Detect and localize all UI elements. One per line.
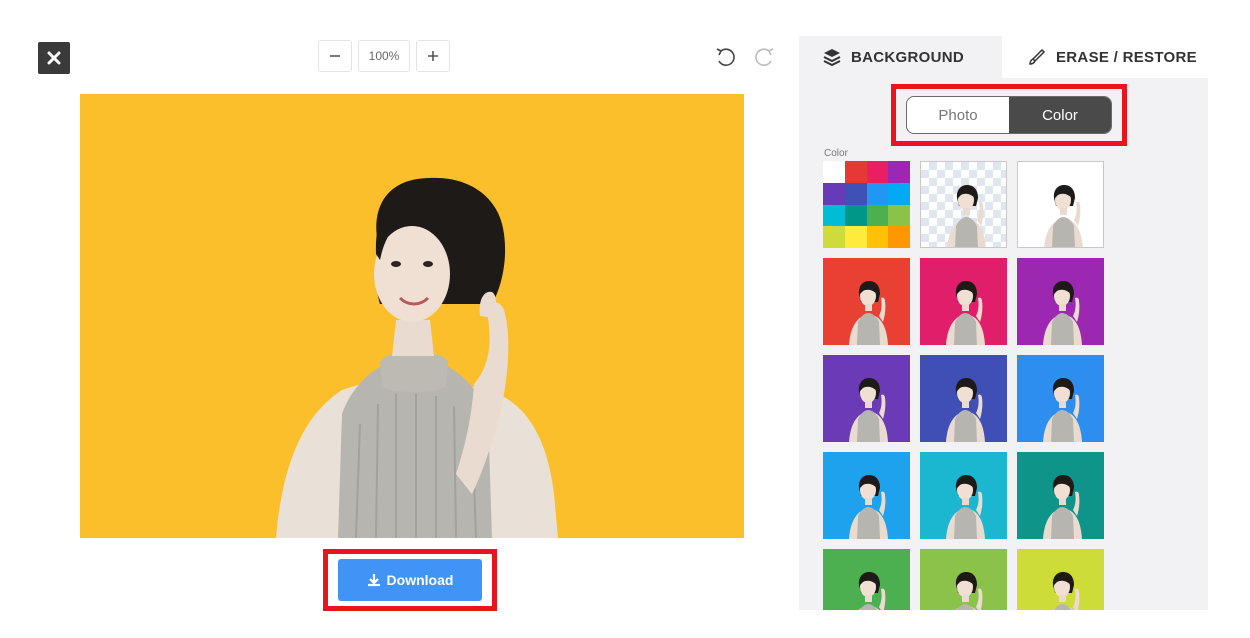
palette-cell (844, 204, 867, 227)
color-swatch[interactable] (920, 452, 1007, 539)
download-button[interactable]: Download (338, 559, 482, 601)
subject-photo (276, 177, 558, 538)
tab-background-label: BACKGROUND (851, 48, 964, 66)
zoom-in-button[interactable] (416, 40, 450, 72)
subject-thumbnail (920, 452, 1007, 539)
download-highlight: Download (323, 549, 497, 611)
download-label: Download (386, 572, 454, 588)
color-swatch[interactable] (823, 258, 910, 345)
palette-cell (888, 182, 910, 205)
minus-icon (330, 55, 340, 57)
zoom-out-button[interactable] (318, 40, 352, 72)
close-icon (47, 51, 61, 65)
subject-thumbnail (1017, 452, 1104, 539)
color-swatch[interactable] (920, 355, 1007, 442)
palette-cell (823, 182, 845, 205)
palette-cell (866, 226, 889, 248)
palette-cell (844, 161, 867, 183)
palette-cell (844, 226, 867, 248)
close-button[interactable] (38, 42, 70, 74)
color-palette-swatch[interactable] (823, 161, 910, 248)
tab-erase-restore[interactable]: ERASE / RESTORE (1002, 36, 1222, 78)
transparent-swatch[interactable] (920, 161, 1007, 248)
zoom-controls: 100% (318, 40, 450, 72)
palette-cell (866, 204, 889, 227)
redo-button[interactable] (750, 42, 780, 72)
color-swatch[interactable] (823, 452, 910, 539)
image-canvas[interactable] (80, 94, 744, 538)
download-icon (367, 574, 380, 587)
color-swatch[interactable] (823, 355, 910, 442)
color-swatch[interactable] (1017, 549, 1104, 610)
toggle-photo[interactable]: Photo (907, 97, 1009, 133)
zoom-level: 100% (358, 40, 410, 72)
subject-thumbnail (823, 549, 910, 610)
subject-thumbnail (920, 355, 1007, 442)
subject-thumbnail (823, 258, 910, 345)
subject-thumbnail (1017, 355, 1104, 442)
palette-cell (823, 226, 845, 248)
subject-thumbnail (1017, 258, 1104, 345)
color-section-label: Color (824, 148, 848, 159)
subject-thumbnail (920, 258, 1007, 345)
palette-cell (823, 204, 845, 227)
subject-thumbnail (1018, 162, 1104, 248)
palette-cell (866, 182, 889, 205)
palette-cell (888, 204, 910, 227)
color-swatch[interactable] (920, 258, 1007, 345)
brush-icon (1029, 48, 1046, 65)
undo-icon (716, 48, 735, 66)
tab-background[interactable]: BACKGROUND (799, 36, 1002, 78)
subject-thumbnail (920, 549, 1007, 610)
background-panel: Photo Color Color (799, 78, 1208, 610)
layers-icon (823, 49, 841, 66)
palette-cell (844, 182, 867, 205)
palette-cell (823, 161, 845, 183)
undo-button[interactable] (710, 42, 740, 72)
mode-toggle-highlight: Photo Color (891, 84, 1127, 146)
color-swatch[interactable] (1017, 161, 1104, 248)
color-swatch[interactable] (1017, 355, 1104, 442)
redo-icon (755, 48, 774, 66)
toggle-color[interactable]: Color (1009, 97, 1111, 133)
subject-thumbnail (921, 162, 1007, 248)
subject-thumbnail (823, 452, 910, 539)
mode-toggle: Photo Color (906, 96, 1112, 134)
subject-thumbnail (1017, 549, 1104, 610)
swatch-grid (823, 161, 1104, 610)
color-swatch[interactable] (1017, 258, 1104, 345)
color-swatch[interactable] (920, 549, 1007, 610)
color-swatch[interactable] (1017, 452, 1104, 539)
palette-cell (888, 161, 910, 183)
palette-cell (866, 161, 889, 183)
palette-cell (888, 226, 910, 248)
tab-erase-restore-label: ERASE / RESTORE (1056, 48, 1197, 66)
color-swatch[interactable] (823, 549, 910, 610)
plus-icon (428, 51, 438, 61)
subject-thumbnail (823, 355, 910, 442)
